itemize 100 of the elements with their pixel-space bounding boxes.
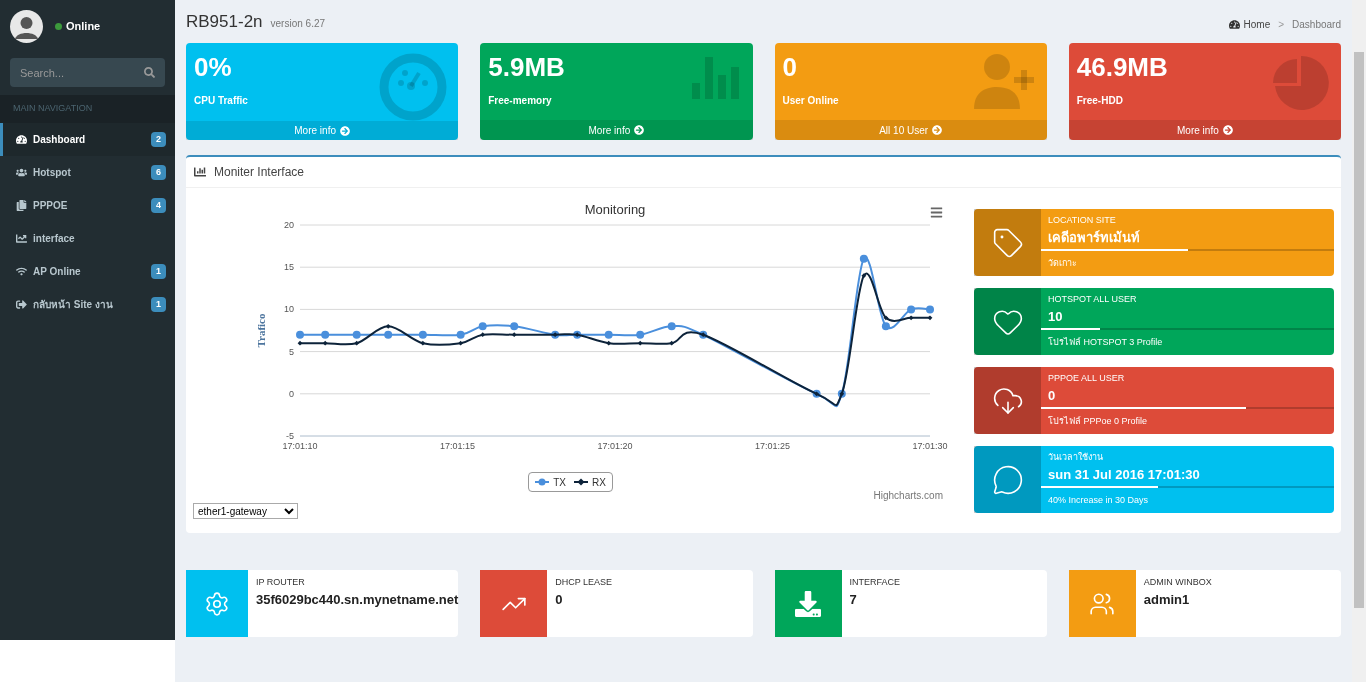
x-tick-label: 17:01:30: [912, 441, 948, 451]
nav-label: AP Online: [33, 265, 82, 279]
tx-marker: [926, 305, 934, 314]
info-value: 0: [1047, 386, 1057, 405]
x-tick-label: 17:01:20: [597, 441, 633, 451]
interface-select[interactable]: ether1-gateway: [193, 503, 298, 519]
tag-icon: [991, 226, 1024, 259]
count-badge: 6: [151, 164, 166, 181]
tx-marker: [667, 322, 676, 331]
stat-label: Free-memory: [488, 94, 553, 108]
nav-label: Dashboard: [33, 133, 87, 147]
stat-value: 0: [782, 51, 798, 83]
y-tick-label: 5: [289, 346, 294, 357]
wifi-icon: [16, 266, 27, 277]
more-info-link[interactable]: More info: [480, 120, 753, 140]
count-badge: 2: [151, 131, 166, 148]
nav-item[interactable]: กลับหน้า Site งาน 1: [0, 288, 175, 321]
tx-marker: [859, 254, 868, 263]
y-tick-label: 20: [284, 220, 294, 230]
tx-marker: [604, 330, 613, 339]
breadcrumb-item: Dashboard: [1292, 18, 1341, 32]
info-label: IP ROUTER: [255, 576, 306, 589]
tx-marker: [478, 322, 487, 331]
rx-marker: [669, 340, 675, 346]
info-value: 0: [555, 590, 564, 609]
legend-label: RX: [591, 475, 606, 490]
nav-label: PPPOE: [33, 199, 69, 213]
pie-chart-icon: [1270, 53, 1330, 113]
nav-label: Hotspot: [33, 166, 72, 180]
info-description: โปรไฟล์ HOTSPOT 3 Profile: [1047, 336, 1164, 349]
x-tick-label: 17:01:10: [282, 441, 318, 451]
bar-chart-icon: [194, 166, 206, 178]
info-label: ADMIN WINBOX: [1143, 576, 1212, 589]
nav-item[interactable]: interface: [0, 222, 175, 255]
y-axis-title: Trafico: [255, 313, 267, 348]
info-description: โปรไฟล์ PPPoe 0 Profile: [1047, 415, 1149, 428]
info-label: HOTSPOT ALL USER: [1047, 293, 1138, 306]
search-field[interactable]: Search...: [10, 58, 165, 87]
y-tick-label: 0: [289, 388, 294, 399]
avatar: [10, 9, 43, 43]
chart-title: Monitoring: [584, 202, 646, 217]
info-description: วัดเกาะ: [1047, 257, 1078, 270]
rx-marker: [861, 273, 867, 279]
info-value: admin1: [1143, 590, 1191, 609]
speech-bubble-icon: [991, 463, 1024, 496]
panel-title: Moniter Interface: [214, 164, 305, 181]
x-tick-label: 17:01:25: [755, 441, 790, 451]
tx-marker: [418, 330, 427, 339]
y-tick-label: 15: [284, 262, 294, 273]
info-label: LOCATION SITE: [1047, 214, 1117, 227]
menu-icon[interactable]: [930, 206, 943, 219]
section-header: MAIN NAVIGATION: [13, 102, 93, 116]
page-subtitle: version 6.27: [270, 16, 326, 31]
tx-marker: [907, 305, 916, 314]
nav-item[interactable]: Dashboard 2: [0, 123, 175, 156]
breadcrumb-separator: >: [1277, 18, 1286, 32]
info-value: เคดีอพาร์ทเม้นท์: [1047, 228, 1141, 247]
x-tick-label: 17:01:15: [440, 441, 475, 451]
users-icon: [16, 167, 27, 178]
nav-item[interactable]: Hotspot 6: [0, 156, 175, 189]
search-icon[interactable]: [144, 67, 155, 78]
tx-marker: [384, 330, 393, 339]
info-label: วันเวลาใช้งาน: [1047, 451, 1104, 464]
info-value: 7: [849, 590, 858, 609]
count-badge: 4: [151, 197, 166, 214]
info-label: DHCP LEASE: [555, 576, 613, 589]
line-chart-icon: [16, 233, 27, 244]
info-label: INTERFACE: [849, 576, 900, 589]
stat-label: CPU Traffic: [194, 94, 248, 108]
nav-item[interactable]: AP Online 1: [0, 255, 175, 288]
chart-credit: Highcharts.com: [873, 489, 944, 503]
tx-marker: [636, 330, 645, 339]
stat-value: 0%: [194, 51, 233, 83]
gauge-icon: [16, 134, 27, 145]
settings-icon: [203, 590, 230, 617]
nav-label: interface: [33, 232, 76, 246]
count-badge: 1: [151, 263, 166, 280]
status-text: Online: [66, 18, 101, 34]
tx-marker: [352, 330, 361, 339]
stat-label: User Online: [782, 94, 839, 108]
info-label: PPPOE ALL USER: [1047, 372, 1126, 385]
legend-label: TX: [553, 475, 566, 490]
breadcrumb-item[interactable]: Home: [1243, 17, 1271, 32]
y-tick-label: 10: [284, 304, 294, 315]
scrollbar[interactable]: [1352, 0, 1366, 682]
stat-value: 5.9MB: [488, 51, 565, 83]
nav-item[interactable]: PPPOE 4: [0, 189, 175, 222]
tx-marker: [296, 330, 304, 339]
gauge-icon: [379, 53, 448, 121]
download-icon: [795, 590, 821, 617]
more-info-link[interactable]: More info: [1068, 120, 1341, 140]
info-value: sun 31 Jul 2016 17:01:30: [1047, 465, 1201, 484]
copy-icon: [16, 200, 27, 211]
tx-marker: [881, 322, 890, 331]
info-value: 35f6029bc440.sn.mynetname.net: [255, 590, 459, 609]
legend-marker: [535, 478, 550, 486]
legend-marker: [573, 478, 588, 486]
info-description: 40% Increase in 30 Days: [1047, 494, 1150, 507]
tx-marker: [510, 322, 519, 331]
tx-marker: [321, 330, 330, 339]
